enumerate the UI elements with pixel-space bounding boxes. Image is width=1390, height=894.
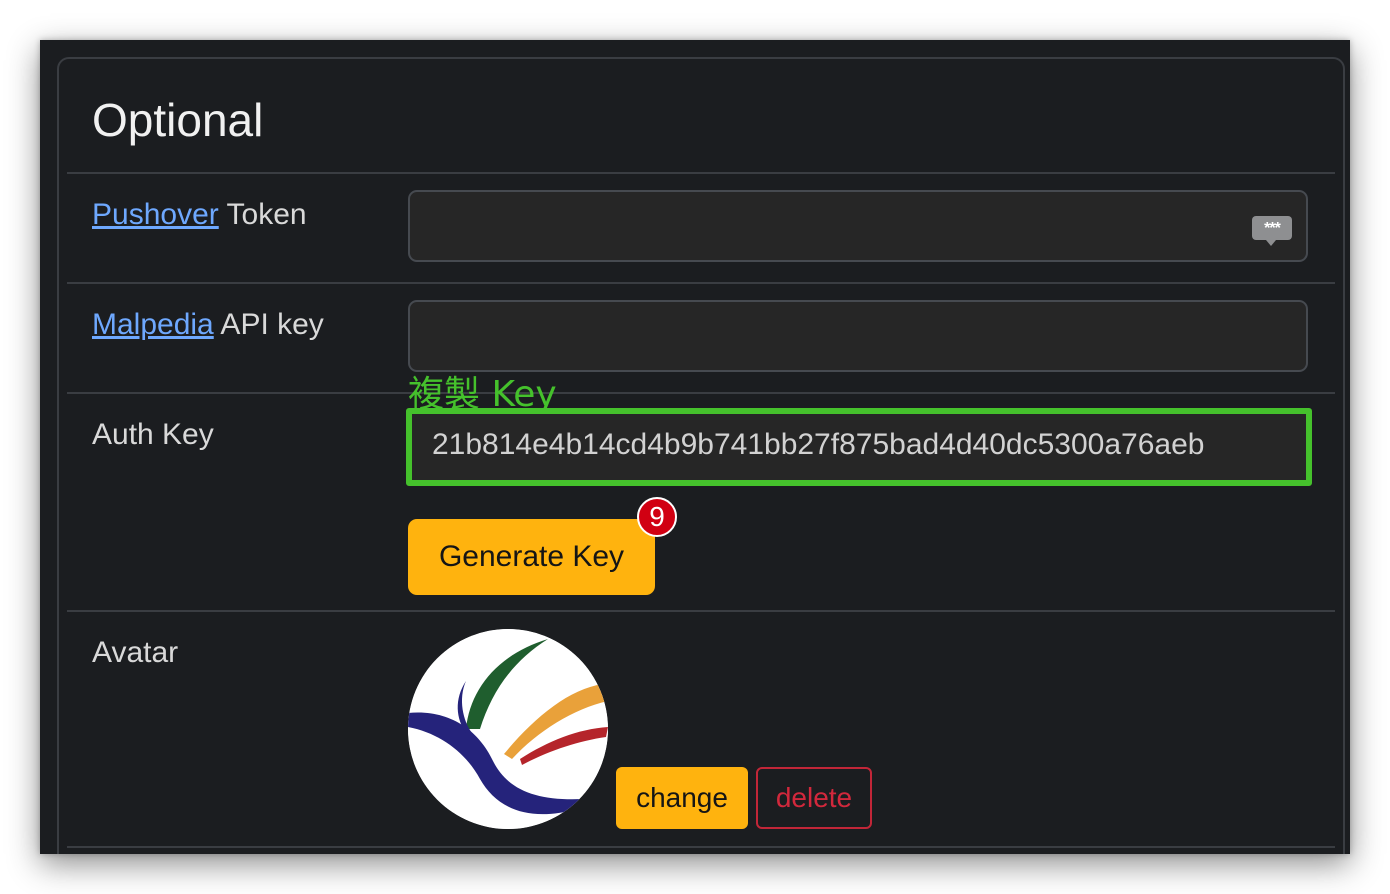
pushover-link[interactable]: Pushover xyxy=(92,198,219,231)
password-keyboard-icon[interactable]: *** xyxy=(1252,216,1292,246)
step-badge: 9 xyxy=(637,497,677,537)
divider xyxy=(67,610,1335,612)
section-title: Optional xyxy=(92,94,264,146)
divider xyxy=(67,172,1335,174)
divider xyxy=(67,392,1335,394)
malpedia-label-suffix: API key xyxy=(213,308,324,341)
divider xyxy=(67,846,1335,848)
avatar-logo-icon xyxy=(408,629,608,829)
auth-key-input[interactable]: 21b814e4b14cd4b9b741bb27f875bad4d40dc530… xyxy=(406,408,1312,486)
delete-avatar-button[interactable]: delete xyxy=(756,767,872,829)
avatar-image xyxy=(408,629,608,829)
pushover-token-label: Pushover Token xyxy=(92,198,307,232)
divider xyxy=(67,282,1335,284)
pushover-label-suffix: Token xyxy=(218,198,307,231)
avatar-label: Avatar xyxy=(92,636,179,669)
optional-card: Optional Pushover Token *** Malpedia API… xyxy=(57,57,1345,854)
malpedia-link[interactable]: Malpedia xyxy=(92,308,214,341)
pushover-token-input[interactable]: *** xyxy=(408,190,1308,262)
settings-window: Optional Pushover Token *** Malpedia API… xyxy=(40,40,1350,854)
generate-key-button[interactable]: Generate Key xyxy=(408,519,655,595)
auth-key-value: 21b814e4b14cd4b9b741bb27f875bad4d40dc530… xyxy=(432,428,1205,461)
malpedia-api-key-input[interactable] xyxy=(408,300,1308,372)
auth-key-label: Auth Key xyxy=(92,418,214,451)
change-avatar-button[interactable]: change xyxy=(616,767,748,829)
malpedia-api-key-label: Malpedia API key xyxy=(92,308,324,342)
